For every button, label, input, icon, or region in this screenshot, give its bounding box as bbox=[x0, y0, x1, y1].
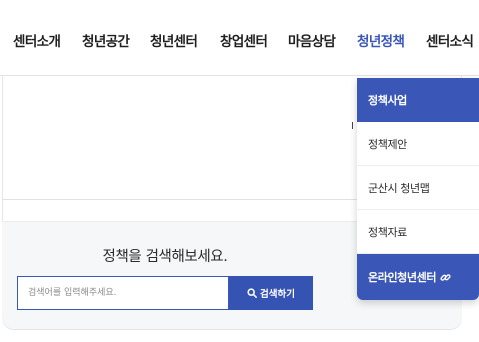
nav-item-startup-center[interactable]: 창업센터 bbox=[220, 30, 268, 50]
dropdown-item-label: 정책제안 bbox=[368, 137, 407, 151]
youth-policy-dropdown: 정책사업 정책제안 군산시 청년맵 정책자료 온라인청년센터 bbox=[357, 78, 479, 300]
nav-item-center-intro[interactable]: 센터소개 bbox=[13, 30, 61, 50]
dropdown-item-online-youth-center[interactable]: 온라인청년센터 bbox=[357, 254, 479, 300]
search-input[interactable] bbox=[17, 276, 229, 310]
divider-mark bbox=[352, 122, 353, 129]
search-icon bbox=[247, 288, 257, 298]
nav-item-counseling[interactable]: 마음상담 bbox=[288, 30, 336, 50]
dropdown-item-label: 정책자료 bbox=[368, 225, 407, 239]
nav-item-youth-policy[interactable]: 청년정책 bbox=[357, 30, 405, 50]
dropdown-item-youth-map[interactable]: 군산시 청년맵 bbox=[357, 166, 479, 210]
dropdown-item-label: 정책사업 bbox=[368, 94, 407, 107]
dropdown-item-policy-proposal[interactable]: 정책제안 bbox=[357, 122, 479, 166]
nav-item-youth-space[interactable]: 청년공간 bbox=[82, 30, 130, 50]
dropdown-item-policy-materials[interactable]: 정책자료 bbox=[357, 210, 479, 254]
search-button-label: 검색하기 bbox=[260, 289, 295, 300]
nav-item-youth-center[interactable]: 청년센터 bbox=[150, 30, 198, 50]
top-navigation: 센터소개 청년공간 청년센터 창업센터 마음상담 청년정책 센터소식 bbox=[0, 0, 479, 76]
nav-item-center-news[interactable]: 센터소식 bbox=[426, 30, 474, 50]
dropdown-item-label: 군산시 청년맵 bbox=[368, 181, 430, 195]
page: 센터소개 청년공간 청년센터 창업센터 마음상담 청년정책 센터소식 정책을 검… bbox=[0, 0, 479, 342]
dropdown-item-policy-projects[interactable]: 정책사업 bbox=[357, 78, 479, 122]
link-icon bbox=[440, 273, 451, 281]
search-button[interactable]: 검색하기 bbox=[229, 276, 313, 310]
dropdown-item-label: 온라인청년센터 bbox=[368, 271, 437, 284]
search-title: 정책을 검색해보세요. bbox=[102, 249, 228, 265]
